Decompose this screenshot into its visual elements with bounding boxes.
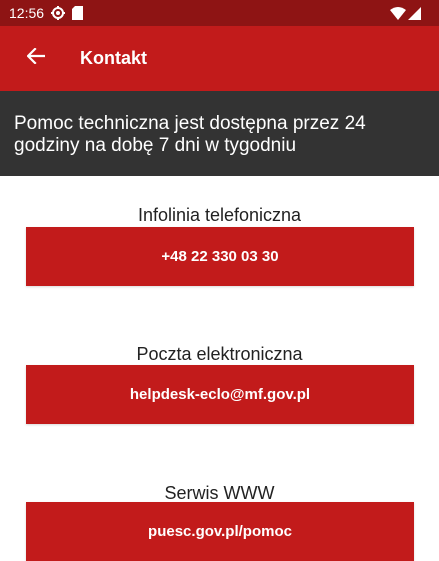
website-button[interactable]: puesc.gov.pl/pomoc	[26, 502, 414, 561]
sd-card-icon	[72, 6, 84, 20]
page-title: Kontakt	[80, 48, 147, 68]
email-button[interactable]: helpdesk-eclo@mf.gov.pl	[26, 365, 414, 424]
phone-section-label: Infolinia telefoniczna	[137, 205, 302, 225]
info-banner: Pomoc techniczna jest dostępna przez 24 …	[0, 91, 439, 176]
signal-icon	[408, 6, 421, 20]
back-button[interactable]	[8, 31, 64, 87]
wifi-icon	[390, 6, 406, 20]
status-left: 12:56	[9, 5, 84, 21]
settings-icon	[51, 6, 66, 20]
arrow-left-icon	[26, 47, 46, 69]
status-bar: 12:56	[0, 0, 439, 26]
website-section-label: Serwis WWW	[164, 483, 275, 503]
email-section-label: Poczta elektroniczna	[136, 344, 303, 364]
status-right	[390, 6, 421, 20]
status-time: 12:56	[9, 5, 45, 21]
app-bar: Kontakt	[0, 26, 439, 91]
phone-button[interactable]: +48 22 330 03 30	[26, 227, 414, 286]
